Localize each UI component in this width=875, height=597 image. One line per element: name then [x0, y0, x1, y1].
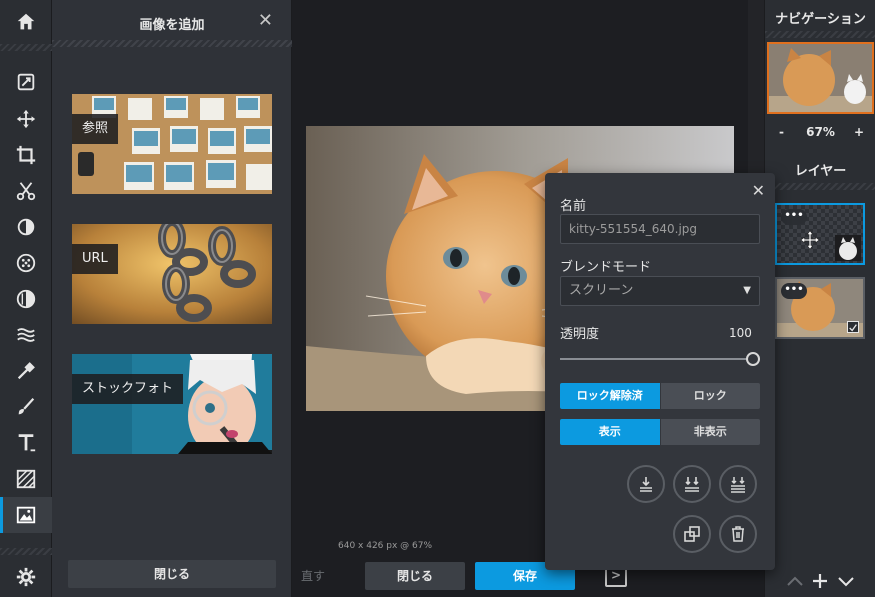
visibility-toggle: 表示 非表示 — [560, 419, 760, 445]
close-icon[interactable]: ✕ — [258, 10, 273, 31]
crop-icon[interactable] — [0, 137, 52, 173]
opacity-slider-fill — [560, 358, 760, 360]
filter-icon[interactable] — [0, 281, 52, 317]
name-label: 名前 — [560, 199, 587, 214]
chevron-down-icon[interactable] — [836, 571, 856, 591]
right-panel: ナビゲーション - 67% + レイヤー ••• ••• — [764, 0, 875, 597]
opacity-slider-handle[interactable] — [746, 352, 760, 366]
trash-icon[interactable] — [719, 515, 757, 553]
navigation-thumbnail[interactable] — [767, 42, 874, 114]
layer-item-kitty-2[interactable]: ••• — [775, 203, 865, 265]
dropper-icon[interactable] — [0, 353, 52, 389]
move-icon[interactable] — [0, 101, 52, 137]
duplicate-icon[interactable] — [673, 515, 711, 553]
lock-option[interactable]: ロック — [659, 383, 760, 409]
zoom-in-button[interactable]: + — [854, 125, 864, 139]
move-cursor-icon — [799, 229, 821, 251]
tool-bar — [0, 0, 52, 597]
image-size-status: 640 x 426 px @ 67% — [338, 541, 433, 551]
brush-icon[interactable] — [0, 389, 52, 425]
adjust-icon[interactable] — [0, 209, 52, 245]
panel-close-button[interactable]: 閉じる — [68, 560, 276, 588]
hide-option[interactable]: 非表示 — [659, 419, 760, 445]
add-image-icon[interactable] — [0, 497, 52, 533]
add-image-panel: 画像を追加 ✕ 参照 URL ストックフォト 閉じる — [52, 0, 292, 597]
visibility-checkbox[interactable] — [847, 321, 859, 333]
browse-source-card[interactable]: 参照 — [72, 94, 272, 194]
opacity-value: 100 — [729, 326, 752, 340]
layer-item-kitty-1[interactable]: ••• — [775, 277, 865, 339]
url-source-card[interactable]: URL — [72, 224, 272, 324]
url-label: URL — [72, 244, 118, 274]
close-icon[interactable]: ✕ — [752, 181, 765, 200]
effects-icon[interactable] — [0, 245, 52, 281]
unlocked-option[interactable]: ロック解除済 — [560, 383, 660, 409]
zoom-controls: - 67% + — [765, 125, 875, 145]
edit-icon[interactable] — [0, 64, 52, 100]
gear-icon[interactable] — [0, 559, 52, 595]
layer-name-input[interactable]: kitty-551554_640.jpg — [560, 214, 760, 244]
more-icon[interactable]: ••• — [781, 209, 807, 225]
blend-mode-select[interactable]: スクリーン ▼ — [560, 276, 760, 306]
blend-mode-value: スクリーン — [569, 283, 634, 298]
stock-photo-label: ストックフォト — [72, 374, 184, 404]
flatten-icon[interactable] — [719, 465, 757, 503]
more-icon[interactable]: ••• — [781, 283, 807, 299]
merge-visible-icon[interactable] — [673, 465, 711, 503]
panel-title: 画像を追加 — [139, 18, 205, 33]
chevron-down-icon: ▼ — [743, 285, 751, 296]
close-button[interactable]: 閉じる — [365, 562, 465, 590]
liquify-icon[interactable] — [0, 317, 52, 353]
lock-toggle: ロック解除済 ロック — [560, 383, 760, 409]
text-icon[interactable] — [0, 425, 52, 461]
chevron-up-icon[interactable] — [785, 571, 805, 591]
cut-icon[interactable] — [0, 173, 52, 209]
merge-down-icon[interactable] — [627, 465, 665, 503]
add-layer-icon[interactable] — [810, 571, 830, 591]
opacity-label: 透明度 — [560, 327, 600, 342]
blend-mode-label: ブレンドモード — [560, 260, 652, 275]
layers-title: レイヤー — [794, 164, 847, 179]
home-icon[interactable] — [0, 4, 52, 40]
layer-settings-popup: ✕ 名前 kitty-551554_640.jpg ブレンドモード スクリーン … — [545, 173, 775, 570]
show-option[interactable]: 表示 — [560, 419, 660, 445]
browse-label: 参照 — [72, 114, 119, 144]
opacity-slider-track[interactable] — [560, 352, 760, 366]
navigation-title: ナビゲーション — [775, 12, 866, 27]
redo-button[interactable]: 直す — [283, 562, 343, 590]
texture-icon[interactable] — [0, 461, 52, 497]
stock-photo-source-card[interactable]: ストックフォト — [72, 354, 272, 454]
